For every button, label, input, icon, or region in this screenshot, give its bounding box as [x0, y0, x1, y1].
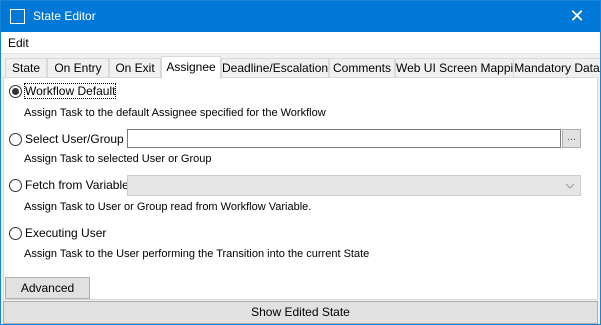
radio-workflow-default[interactable]: [9, 85, 22, 98]
title-bar: State Editor ✕: [1, 1, 600, 32]
tab-deadline-escalation[interactable]: Deadline/Escalation: [221, 58, 329, 78]
show-edited-state-button[interactable]: Show Edited State: [3, 301, 598, 324]
radio-executing-user[interactable]: [9, 227, 22, 240]
fetch-from-variable-description: Assign Task to User or Group read from W…: [24, 201, 312, 213]
workflow-default-description: Assign Task to the default Assignee spec…: [24, 107, 326, 119]
browse-button[interactable]: ...: [562, 129, 581, 148]
tab-on-exit[interactable]: On Exit: [109, 58, 161, 78]
workflow-default-label[interactable]: Workflow Default: [23, 83, 117, 99]
advanced-button[interactable]: Advanced: [5, 277, 90, 299]
user-group-input[interactable]: [127, 129, 561, 148]
select-user-group-description: Assign Task to selected User or Group: [24, 153, 212, 165]
tab-comments[interactable]: Comments: [329, 58, 395, 78]
close-icon: ✕: [569, 6, 585, 26]
chevron-down-icon: [565, 183, 575, 189]
tab-assignee[interactable]: Assignee: [161, 56, 221, 79]
executing-user-description: Assign Task to the User performing the T…: [24, 248, 370, 260]
executing-user-label[interactable]: Executing User: [25, 226, 106, 240]
select-user-group-label[interactable]: Select User/Group: [25, 132, 124, 146]
tab-state[interactable]: State: [5, 58, 47, 78]
fetch-from-variable-label[interactable]: Fetch from Variable: [25, 178, 129, 192]
tab-web-ui-screen-mapping[interactable]: Web UI Screen Mapping: [395, 58, 517, 78]
tab-on-entry[interactable]: On Entry: [47, 58, 109, 78]
tab-mandatory-data[interactable]: Mandatory Data: [513, 58, 600, 78]
close-button[interactable]: ✕: [554, 1, 600, 32]
window-title: State Editor: [33, 9, 96, 23]
app-icon: [10, 9, 25, 24]
variable-dropdown[interactable]: [127, 175, 581, 196]
radio-fetch-from-variable[interactable]: [9, 179, 22, 192]
tab-strip: State On Entry On Exit Assignee Deadline…: [3, 56, 600, 79]
state-editor-window: State Editor ✕ Edit State On Entry On Ex…: [0, 0, 601, 325]
radio-select-user-group[interactable]: [9, 133, 22, 146]
menu-edit[interactable]: Edit: [8, 36, 29, 50]
menu-bar: Edit: [1, 32, 600, 54]
